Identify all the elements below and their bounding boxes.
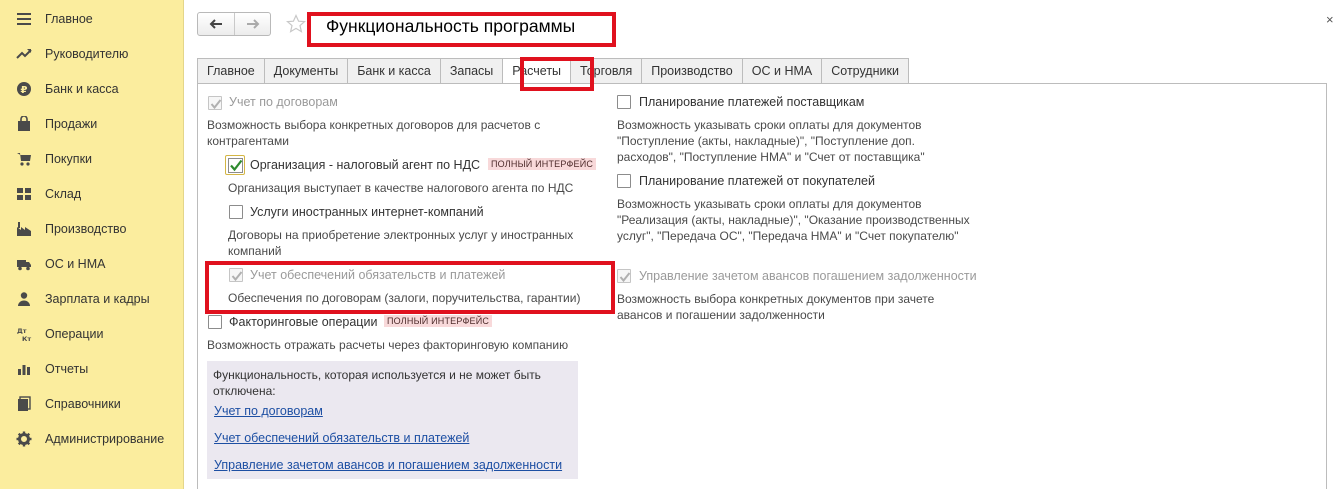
sidebar-item-purchases[interactable]: Покупки: [0, 141, 183, 176]
navigation-buttons: [197, 12, 271, 36]
tab-employees[interactable]: Сотрудники: [821, 58, 909, 84]
factoring-label: Факторинговые операции: [229, 315, 378, 329]
link-guarantees[interactable]: Учет обеспечений обязательств и платежей: [214, 431, 469, 445]
customer-planning-description: Возможность указывать сроки оплаты для д…: [617, 197, 970, 243]
tab-highlight-frame: [520, 57, 594, 91]
arrow-left-icon: [209, 19, 222, 29]
foreign-services-description: Договоры на приобретение электронных усл…: [228, 228, 574, 258]
link-advance-offset[interactable]: Управление зачетом авансов и погашением …: [214, 458, 562, 472]
tab-fixed-assets[interactable]: ОС и НМА: [741, 58, 822, 84]
contracts-checkbox[interactable]: [208, 96, 222, 110]
supplier-planning-description: Возможность указывать сроки оплаты для д…: [617, 118, 925, 164]
bar-chart-icon: [15, 360, 33, 378]
sidebar-item-production[interactable]: Производство: [0, 211, 183, 246]
guarantees-highlight-frame: [205, 261, 615, 314]
sidebar-item-label: ОС и НМА: [45, 256, 106, 271]
person-icon: [15, 290, 33, 308]
customer-planning-checkbox[interactable]: [617, 174, 631, 188]
forward-button[interactable]: [234, 13, 270, 35]
dt-kt-icon: Дт Кт: [15, 325, 33, 343]
mandatory-functionality-box: Функциональность, которая используется и…: [207, 361, 578, 479]
sidebar-item-label: Склад: [45, 186, 82, 201]
foreign-services-label: Услуги иностранных интернет-компаний: [250, 205, 484, 219]
arrow-right-icon: [246, 19, 259, 29]
tab-stocks[interactable]: Запасы: [439, 58, 503, 84]
sidebar-item-label: Справочники: [45, 396, 121, 411]
contracts-label: Учет по договорам: [229, 95, 338, 109]
gear-icon: [15, 430, 33, 448]
truck-icon: [15, 255, 33, 273]
tab-main[interactable]: Главное: [197, 58, 264, 84]
sidebar-item-directories[interactable]: Справочники: [0, 386, 183, 421]
sidebar-item-bank[interactable]: ₽ Банк и касса: [0, 71, 183, 106]
svg-text:Кт: Кт: [22, 335, 31, 342]
title-highlight-frame: [307, 12, 616, 47]
sidebar-item-label: Банк и касса: [45, 81, 119, 96]
books-icon: [15, 395, 33, 413]
sidebar-item-salary[interactable]: Зарплата и кадры: [0, 281, 183, 316]
back-button[interactable]: [198, 13, 234, 35]
sidebar-item-label: Производство: [45, 221, 127, 236]
full-interface-badge: ПОЛНЫЙ ИНТЕРФЕЙС: [384, 315, 493, 327]
link-contracts[interactable]: Учет по договорам: [214, 404, 323, 418]
factoring-description: Возможность отражать расчеты через факто…: [207, 338, 569, 352]
sidebar: Главное Руководителю ₽ Банк и касса Прод…: [0, 0, 184, 489]
sidebar-item-operations[interactable]: Дт Кт Операции: [0, 316, 183, 351]
tax-agent-checkbox[interactable]: [225, 155, 245, 175]
supplier-planning-checkbox[interactable]: [617, 95, 631, 109]
ruble-icon: ₽: [15, 80, 33, 98]
factory-icon: [15, 220, 33, 238]
mandatory-functionality-text: Функциональность, которая используется и…: [213, 368, 541, 398]
favorite-star-icon[interactable]: [286, 14, 306, 34]
foreign-services-checkbox[interactable]: [229, 205, 243, 219]
trend-icon: [15, 45, 33, 63]
sidebar-item-manager[interactable]: Руководителю: [0, 36, 183, 71]
tab-documents[interactable]: Документы: [263, 58, 348, 84]
sidebar-item-label: Операции: [45, 326, 104, 341]
full-interface-badge: ПОЛНЫЙ ИНТЕРФЕЙС: [488, 158, 597, 170]
menu-icon: [15, 10, 33, 28]
sidebar-item-reports[interactable]: Отчеты: [0, 351, 183, 386]
warehouse-icon: [15, 185, 33, 203]
sidebar-item-label: Покупки: [45, 151, 93, 166]
sidebar-item-warehouse[interactable]: Склад: [0, 176, 183, 211]
sidebar-item-label: Продажи: [45, 116, 98, 131]
sidebar-item-administration[interactable]: Администрирование: [0, 421, 183, 456]
svg-text:₽: ₽: [21, 85, 28, 96]
checkmark-icon: [228, 158, 243, 173]
sidebar-item-label: Зарплата и кадры: [45, 291, 150, 306]
tab-production[interactable]: Производство: [641, 58, 742, 84]
cart-icon: [15, 150, 33, 168]
close-icon[interactable]: ×: [1326, 12, 1334, 27]
checkmark-icon: [210, 99, 222, 110]
tax-agent-description: Организация выступает в качестве налогов…: [228, 181, 574, 195]
tab-bank[interactable]: Банк и касса: [347, 58, 440, 84]
advance-offset-description: Возможность выбора конкретных документов…: [617, 292, 935, 322]
svg-text:Дт: Дт: [17, 327, 27, 335]
factoring-checkbox[interactable]: [208, 315, 222, 329]
supplier-planning-label: Планирование платежей поставщикам: [639, 95, 865, 109]
advance-offset-checkbox[interactable]: [617, 269, 631, 283]
sidebar-item-sales[interactable]: Продажи: [0, 106, 183, 141]
sidebar-item-label: Отчеты: [45, 361, 89, 376]
sidebar-item-fixed-assets[interactable]: ОС и НМА: [0, 246, 183, 281]
sidebar-item-label: Руководителю: [45, 46, 129, 61]
sidebar-item-label: Главное: [45, 11, 93, 26]
tax-agent-label: Организация - налоговый агент по НДС: [250, 158, 481, 172]
sidebar-item-main[interactable]: Главное: [0, 1, 183, 36]
advance-offset-label: Управление зачетом авансов погашением за…: [639, 269, 977, 283]
sidebar-item-label: Администрирование: [45, 431, 165, 446]
contracts-description: Возможность выбора конкретных договоров …: [207, 118, 541, 148]
checkmark-icon: [619, 272, 631, 283]
bag-icon: [15, 115, 33, 133]
customer-planning-label: Планирование платежей от покупателей: [639, 174, 875, 188]
